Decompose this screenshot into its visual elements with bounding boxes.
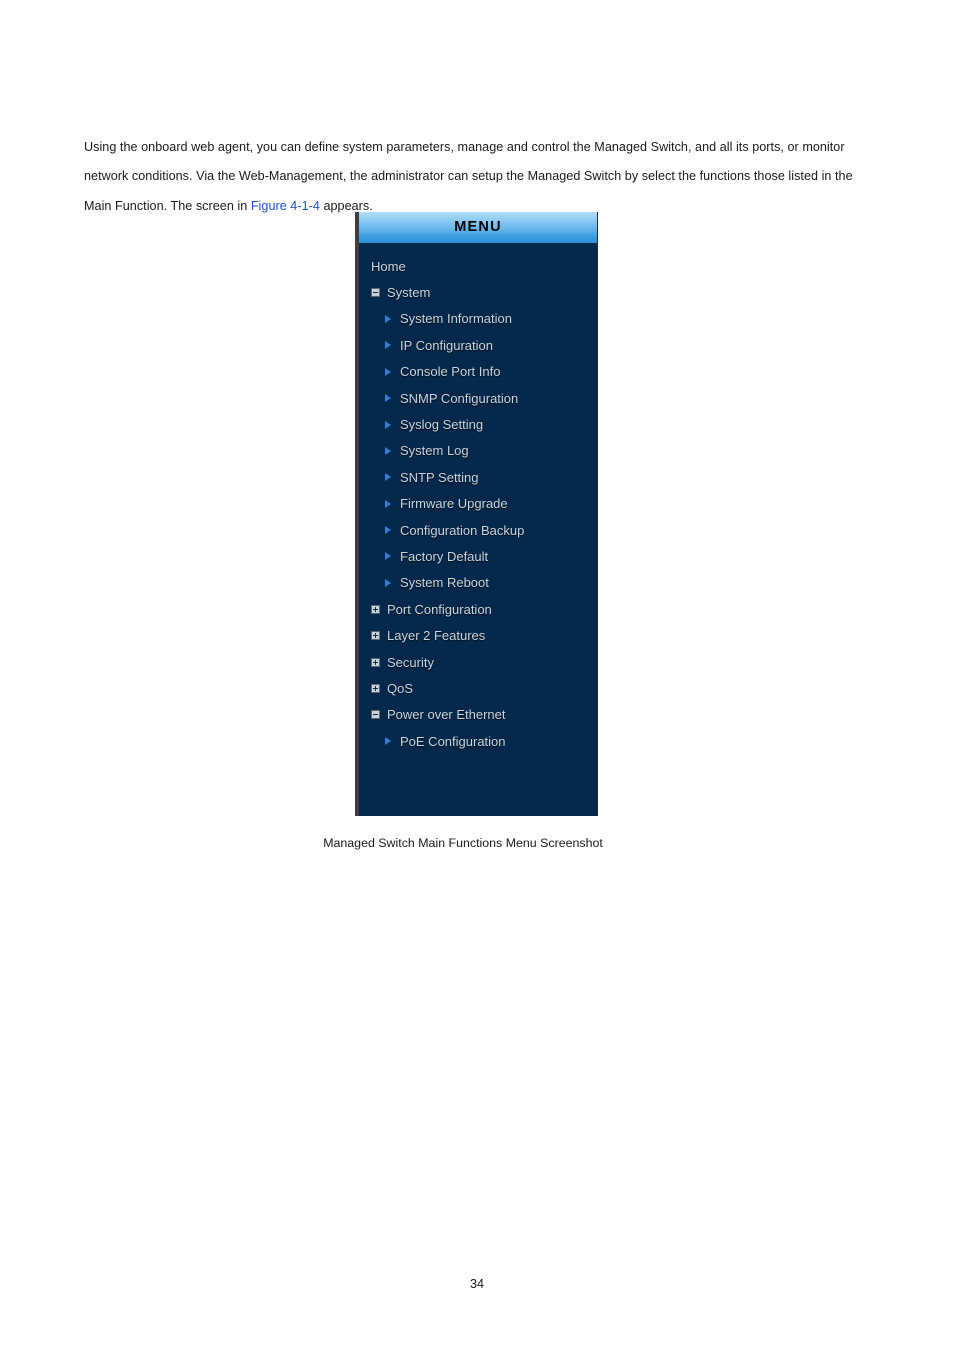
paragraph-text-part-2: appears.: [319, 198, 373, 213]
menu-item-ip-configuration[interactable]: IP Configuration: [359, 332, 597, 358]
menu-item-security[interactable]: Security: [359, 649, 597, 675]
menu-item-console-port-info[interactable]: Console Port Info: [359, 359, 597, 385]
menu-item-snmp-configuration[interactable]: SNMP Configuration: [359, 385, 597, 411]
menu-item-qos[interactable]: QoS: [359, 675, 597, 701]
paragraph-text-part-1: Using the onboard web agent, you can def…: [84, 139, 853, 213]
plus-box-icon[interactable]: [371, 683, 380, 693]
plus-box-icon[interactable]: [371, 604, 380, 614]
menu-item-poe-configuration[interactable]: PoE Configuration: [359, 728, 597, 754]
menu-item-label: System Log: [400, 443, 469, 459]
arrow-right-icon[interactable]: [385, 394, 391, 403]
menu-item-label: Console Port Info: [400, 364, 501, 380]
menu-item-system-reboot[interactable]: System Reboot: [359, 570, 597, 596]
menu-panel-empty-area: [359, 754, 597, 816]
figure-menu-screenshot: MENU Home System System Information IP Conf…: [323, 212, 603, 850]
menu-item-label: Layer 2 Features: [387, 628, 486, 644]
arrow-right-icon[interactable]: [385, 552, 391, 561]
menu-item-power-over-ethernet[interactable]: Power over Ethernet: [359, 702, 597, 728]
menu-item-label: Port Configuration: [387, 601, 492, 617]
arrow-right-icon[interactable]: [385, 526, 391, 535]
menu-item-label: SNMP Configuration: [400, 390, 519, 406]
page-number: 34: [469, 1277, 484, 1291]
menu-item-syslog-setting[interactable]: Syslog Setting: [359, 411, 597, 437]
arrow-right-icon[interactable]: [385, 473, 391, 482]
figure-caption: Managed Switch Main Functions Menu Scree…: [323, 836, 603, 851]
menu-item-configuration-backup[interactable]: Configuration Backup: [359, 517, 597, 543]
menu-item-system-information[interactable]: System Information: [359, 306, 597, 332]
intro-paragraph: Using the onboard web agent, you can def…: [84, 133, 874, 222]
menu-item-label: Syslog Setting: [400, 417, 484, 433]
menu-item-label: PoE Configuration: [400, 733, 506, 749]
arrow-right-icon[interactable]: [385, 314, 391, 323]
menu-item-label: Home: [371, 258, 406, 274]
arrow-right-icon[interactable]: [385, 367, 391, 376]
menu-item-label: SNTP Setting: [400, 469, 479, 485]
menu-item-label: Firmware Upgrade: [400, 496, 508, 512]
menu-panel: MENU Home System System Information IP Conf…: [355, 212, 598, 817]
menu-item-system-log[interactable]: System Log: [359, 438, 597, 464]
menu-tree: Home System System Information IP Configura…: [359, 244, 597, 754]
arrow-right-icon[interactable]: [385, 499, 391, 508]
menu-item-label: System Information: [400, 311, 512, 327]
menu-item-home[interactable]: Home: [359, 253, 597, 279]
menu-item-label: IP Configuration: [400, 337, 493, 353]
figure-cross-reference-link[interactable]: Figure 4-1-4: [251, 199, 320, 213]
menu-panel-header: MENU: [359, 212, 597, 244]
arrow-right-icon[interactable]: [385, 341, 391, 350]
menu-item-label: Power over Ethernet: [387, 707, 506, 723]
menu-item-factory-default[interactable]: Factory Default: [359, 543, 597, 569]
menu-item-label: Security: [387, 654, 434, 670]
plus-box-icon[interactable]: [371, 657, 380, 667]
menu-item-label: System Reboot: [400, 575, 489, 591]
menu-item-sntp-setting[interactable]: SNTP Setting: [359, 464, 597, 490]
menu-item-label: QoS: [387, 680, 414, 696]
arrow-right-icon[interactable]: [385, 737, 391, 746]
menu-item-firmware-upgrade[interactable]: Firmware Upgrade: [359, 491, 597, 517]
menu-item-layer-2-features[interactable]: Layer 2 Features: [359, 622, 597, 648]
minus-box-icon[interactable]: [371, 288, 380, 298]
minus-box-icon[interactable]: [371, 710, 380, 720]
arrow-right-icon[interactable]: [385, 420, 391, 429]
menu-item-label: Factory Default: [400, 548, 489, 564]
menu-item-port-configuration[interactable]: Port Configuration: [359, 596, 597, 622]
arrow-right-icon[interactable]: [385, 578, 391, 587]
menu-item-label: Configuration Backup: [400, 522, 525, 538]
menu-item-label: System: [387, 285, 431, 301]
menu-item-system[interactable]: System: [359, 279, 597, 305]
plus-box-icon[interactable]: [371, 631, 380, 641]
arrow-right-icon[interactable]: [385, 446, 391, 455]
